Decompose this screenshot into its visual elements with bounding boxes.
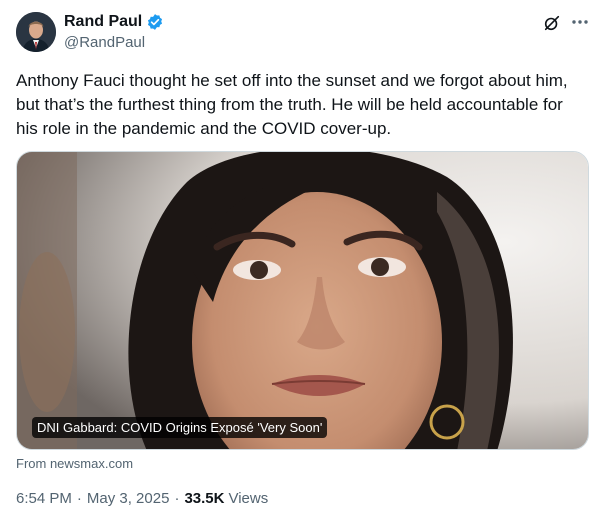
tweet-text: Anthony Fauci thought he set off into th… <box>16 71 568 138</box>
views-label[interactable]: Views <box>228 490 268 507</box>
tweet-meta: 6:54 PM · May 3, 2025 · 33.5K Views <box>16 490 268 507</box>
media-photo <box>17 152 588 449</box>
tweet-time[interactable]: 6:54 PM <box>16 490 72 507</box>
author-display-name[interactable]: Rand Paul <box>64 13 142 31</box>
grok-icon[interactable] <box>543 14 561 32</box>
meta-separator: · <box>76 490 82 507</box>
author-handle[interactable]: @RandPaul <box>64 34 145 51</box>
verified-badge-icon <box>148 14 163 30</box>
more-options-icon[interactable] <box>569 14 591 30</box>
tweet-date[interactable]: May 3, 2025 <box>87 490 170 507</box>
views-count[interactable]: 33.5K <box>184 490 224 507</box>
link-source[interactable]: From newsmax.com <box>16 456 133 471</box>
author-name-row[interactable]: Rand Paul <box>64 13 164 31</box>
media-card[interactable]: DNI Gabbard: COVID Origins Exposé 'Very … <box>16 151 589 450</box>
meta-separator: · <box>174 490 180 507</box>
tweet-card: Rand Paul @RandPaul Anthony Fauci though… <box>0 0 605 519</box>
media-caption: DNI Gabbard: COVID Origins Exposé 'Very … <box>32 417 328 438</box>
avatar[interactable] <box>16 12 56 52</box>
